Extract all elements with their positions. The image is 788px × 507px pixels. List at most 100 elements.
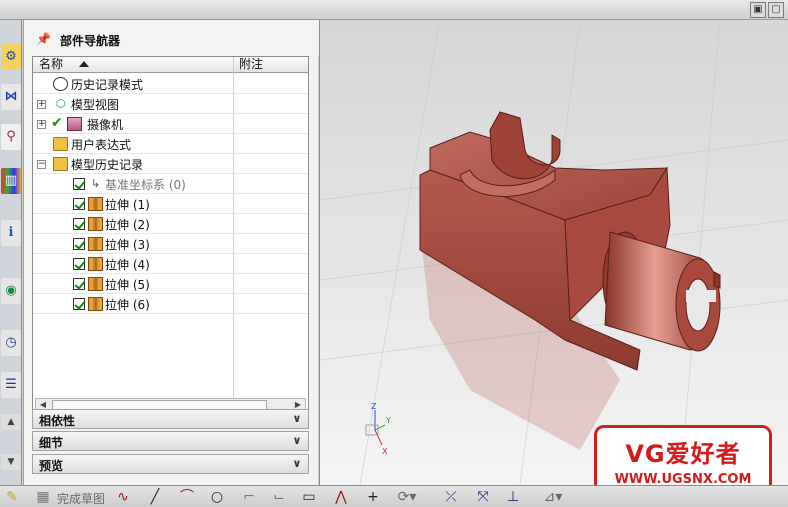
expand-icon[interactable]: +	[37, 100, 46, 109]
tree-row-label: 拉伸 (2)	[105, 218, 150, 232]
chevron-down-icon[interactable]: ∨	[289, 433, 305, 449]
model-render: Z Y X	[320, 20, 788, 485]
tree-row-label: 历史记录模式	[71, 78, 144, 92]
nx-window: ▣ ▢ ⚙ ⋈ ⚲ ▥ ℹ ◉ ◷ ☰ ▲ ▼ 📌 部件导航器 名称 附注 历史…	[0, 0, 788, 507]
visibility-checkbox[interactable]	[73, 218, 85, 230]
arc-icon[interactable]: ⌒	[176, 488, 198, 506]
tree-row-label: 拉伸 (1)	[105, 198, 150, 212]
visibility-checkbox[interactable]	[73, 178, 85, 190]
finish-sketch-icon[interactable]: ▦	[32, 488, 54, 506]
minimize-viewport-icon[interactable]: ▣	[750, 2, 766, 18]
roles-icon[interactable]: ☰	[1, 372, 21, 398]
tree-row-extrude-1[interactable]: 拉伸 (1)	[33, 194, 308, 214]
extrude-icon	[88, 217, 103, 231]
tree-row-label: 基准坐标系 (0)	[105, 178, 186, 192]
tree-row-datum-csys[interactable]: ↳ 基准坐标系 (0)	[33, 174, 308, 194]
folder-open-icon	[53, 157, 68, 171]
tree-row-extrude-3[interactable]: 拉伸 (3)	[33, 234, 308, 254]
constraint-navigator-icon[interactable]: ⋈	[1, 84, 21, 110]
tree-row-label: 拉伸 (6)	[105, 298, 150, 312]
section-dependencies[interactable]: 相依性 ∨	[32, 409, 309, 429]
circle-icon[interactable]: ○	[206, 488, 228, 506]
part-navigator-icon[interactable]: ⚲	[1, 124, 21, 150]
finish-sketch-button[interactable]: 完成草图	[57, 490, 105, 507]
maximize-viewport-icon[interactable]: ▢	[768, 2, 784, 18]
chevron-down-icon[interactable]: ∨	[289, 411, 305, 427]
checkmark-icon: ✔	[51, 115, 63, 131]
extend-icon[interactable]: ⤧	[472, 488, 494, 506]
navigator-tree: 名称 附注 历史记录模式 + ⬡ 模型视图 + ✔ 摄像机 用户表达式 − 模型…	[32, 56, 309, 415]
assembly-navigator-icon[interactable]: ⚙	[1, 44, 21, 70]
scroll-down-icon[interactable]: ▼	[1, 454, 21, 470]
extrude-icon	[88, 257, 103, 271]
tree-row-extrude-2[interactable]: 拉伸 (2)	[33, 214, 308, 234]
section-preview[interactable]: 预览 ∨	[32, 454, 309, 474]
section-details[interactable]: 细节 ∨	[32, 431, 309, 451]
sketch-toolbar: ✎ ▦ 完成草图 ∿ ╱ ⌒ ○ ⌐ ⌙ ▭ ⋀ + ⟳▾ ⤫ ⤧ ⊥ ⊿▾	[0, 485, 788, 507]
tree-row-history-mode[interactable]: 历史记录模式	[33, 74, 308, 94]
model-view-icon: ⬡	[55, 97, 66, 110]
profile-icon[interactable]: ∿	[112, 488, 134, 506]
fillet-icon[interactable]: ⌐	[238, 488, 260, 506]
expand-icon[interactable]: +	[37, 120, 46, 129]
tree-row-model-history[interactable]: − 模型历史记录	[33, 154, 308, 174]
navigator-title: 部件导航器	[60, 34, 121, 48]
section-label: 相依性	[39, 414, 76, 428]
tree-row-extrude-6[interactable]: 拉伸 (6)	[33, 294, 308, 314]
datum-csys-icon: ↳	[90, 177, 101, 190]
triad-z-label: Z	[371, 402, 377, 411]
tree-row-label: 摄像机	[87, 118, 124, 132]
camera-icon	[67, 117, 82, 131]
clock-icon	[53, 77, 68, 91]
chamfer-icon[interactable]: ⌙	[268, 488, 290, 506]
column-note-header[interactable]: 附注	[239, 57, 263, 73]
section-label: 细节	[39, 436, 64, 450]
tree-row-label: 模型视图	[71, 98, 120, 112]
point-icon[interactable]: +	[362, 488, 384, 506]
tree-row-user-expressions[interactable]: 用户表达式	[33, 134, 308, 154]
line-icon[interactable]: ╱	[144, 488, 166, 506]
web-browser-icon[interactable]: ℹ	[1, 220, 21, 246]
sort-ascending-icon	[79, 61, 89, 67]
trim-icon[interactable]: ⤫	[440, 488, 462, 506]
extrude-icon	[88, 237, 103, 251]
visibility-checkbox[interactable]	[73, 258, 85, 270]
constraint-icon[interactable]: ⊿▾	[538, 488, 568, 506]
clock-icon[interactable]: ◷	[1, 330, 21, 356]
rectangle-icon[interactable]: ▭	[298, 488, 320, 506]
visibility-checkbox[interactable]	[73, 238, 85, 250]
navigator-header: 📌 部件导航器	[24, 20, 319, 56]
watermark-title: VG爱好者	[625, 440, 741, 468]
scroll-up-icon[interactable]: ▲	[1, 414, 21, 430]
sketch-icon[interactable]: ✎	[2, 488, 22, 506]
triad-y-label: Y	[385, 416, 391, 425]
section-label: 预览	[39, 459, 64, 473]
column-name-header[interactable]: 名称	[39, 57, 63, 73]
folder-icon	[53, 137, 68, 151]
reuse-library-icon[interactable]: ▥	[1, 168, 21, 194]
pin-icon[interactable]: 📌	[36, 32, 51, 46]
extrude-icon	[88, 197, 103, 211]
visibility-checkbox[interactable]	[73, 198, 85, 210]
resource-bar: ⚙ ⋈ ⚲ ▥ ℹ ◉ ◷ ☰ ▲ ▼	[0, 20, 22, 485]
triad-x-label: X	[382, 447, 388, 456]
corner-icon[interactable]: ⊥	[502, 488, 524, 506]
part-navigator-panel: 📌 部件导航器 名称 附注 历史记录模式 + ⬡ 模型视图 + ✔ 摄像机 用户…	[23, 20, 319, 485]
tree-row-extrude-4[interactable]: 拉伸 (4)	[33, 254, 308, 274]
offset-curve-icon[interactable]: ⟳▾	[392, 488, 422, 506]
visibility-checkbox[interactable]	[73, 278, 85, 290]
tree-row-label: 用户表达式	[71, 138, 132, 152]
tree-rows: 历史记录模式 + ⬡ 模型视图 + ✔ 摄像机 用户表达式 − 模型历史记录 ↳…	[33, 74, 308, 314]
tree-row-label: 拉伸 (5)	[105, 278, 150, 292]
history-icon[interactable]: ◉	[1, 278, 21, 304]
tree-row-cameras[interactable]: + ✔ 摄像机	[33, 114, 308, 134]
polygon-icon[interactable]: ⋀	[330, 488, 352, 506]
tree-row-model-views[interactable]: + ⬡ 模型视图	[33, 94, 308, 114]
tree-row-label: 拉伸 (3)	[105, 238, 150, 252]
graphics-viewport[interactable]: Z Y X	[319, 20, 788, 485]
collapse-icon[interactable]: −	[37, 160, 46, 169]
tree-header: 名称 附注	[33, 57, 308, 73]
visibility-checkbox[interactable]	[73, 298, 85, 310]
tree-row-extrude-5[interactable]: 拉伸 (5)	[33, 274, 308, 294]
chevron-down-icon[interactable]: ∨	[289, 456, 305, 472]
